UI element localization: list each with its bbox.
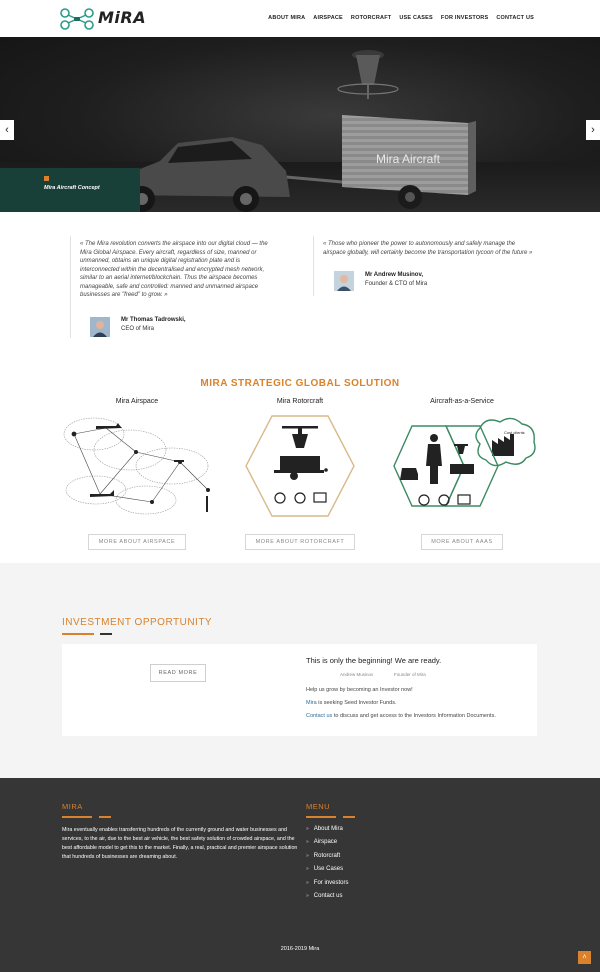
footer-menu-title: MENU: [306, 802, 331, 811]
nav-about-mira[interactable]: ABOUT MIRA: [268, 15, 305, 21]
more-about-rotorcraft-button[interactable]: MORE ABOUT ROTORCRAFT: [245, 534, 355, 550]
trailer-text: Mira Aircraft: [376, 152, 441, 166]
site-footer: [0, 778, 600, 972]
nav-for-investors[interactable]: FOR INVESTORS: [441, 15, 488, 21]
investment-title: INVESTMENT OPPORTUNITY: [62, 617, 213, 628]
airspace-network-icon: [63, 417, 210, 515]
quote-text: « Those who pioneer the power to autonom…: [323, 241, 533, 256]
solutions-title: MIRA STRATEGIC GLOBAL SOLUTION: [200, 378, 400, 389]
read-more-button[interactable]: READ MORE: [150, 664, 206, 682]
footer-about-underline: [62, 816, 92, 818]
author-name: Mr Thomas Tadrowski,: [121, 317, 186, 323]
footer-menu-item[interactable]: » Use Cases: [306, 866, 348, 879]
more-about-airspace-button[interactable]: MORE ABOUT AIRSPACE: [88, 534, 186, 550]
footer-menu-item[interactable]: » Contact us: [306, 893, 348, 906]
footer-menu-underline: [306, 816, 336, 818]
avatar: [90, 317, 110, 337]
quote-divider-middle: [313, 236, 314, 296]
investment-line-3: Contact us to discuss and get access to …: [306, 713, 496, 719]
title-underline-dark: [100, 633, 112, 635]
copyright: 2016-2019 Mira: [280, 946, 320, 952]
caption-marker: [44, 176, 49, 181]
hero-slider: Mira Aircraft Mira Aircraft Concept ‹ ›: [0, 37, 600, 212]
title-underline-accent: [62, 633, 94, 635]
more-about-aaas-button[interactable]: MORE ABOUT AAAS: [421, 534, 503, 550]
nav-rotorcraft[interactable]: ROTORCRAFT: [351, 15, 391, 21]
footer-menu-item[interactable]: » Rotorcraft: [306, 853, 348, 866]
investment-line-2-text: is seeking Seed Investor Funds.: [316, 700, 397, 706]
hero-caption: Mira Aircraft Concept: [44, 185, 100, 191]
bullet-icon: »: [306, 852, 309, 859]
signature-name: Andrew Musinov: [340, 672, 374, 677]
solution-title-aaas: Aircraft-as-a-Service: [430, 398, 494, 405]
chevron-up-icon: ˄: [582, 954, 587, 961]
bullet-icon: »: [306, 866, 309, 873]
rotorcraft-hexagon-icon: [245, 415, 355, 517]
footer-menu-item[interactable]: » Airspace: [306, 839, 348, 852]
signature-role: Founder of Mira: [394, 672, 426, 677]
main-nav: ABOUT MIRA AIRSPACE ROTORCRAFT USE CASES…: [268, 15, 534, 21]
bullet-icon: »: [306, 839, 309, 846]
author-role: CEO of Mira: [121, 326, 155, 332]
investment-line-1: Help us grow by becoming an Investor now…: [306, 687, 413, 693]
site-header: MiRA ABOUT MIRA AIRSPACE ROTORCRAFT USE …: [0, 0, 600, 37]
slider-prev-button[interactable]: ‹: [0, 120, 14, 140]
bullet-icon: »: [306, 879, 309, 886]
footer-about-title: MIRA: [62, 802, 83, 811]
trailer-icon: Mira Aircraft: [285, 115, 476, 209]
avatar: [334, 271, 354, 291]
footer-about-underline-short: [99, 816, 111, 818]
slider-next-button[interactable]: ›: [586, 120, 600, 140]
footer-menu-underline-short: [343, 816, 355, 818]
footer-menu-item[interactable]: » About Mira: [306, 826, 348, 839]
car-icon: [118, 137, 290, 212]
quote-text: « The Mira revolution converts the airsp…: [80, 241, 268, 298]
nav-airspace[interactable]: AIRSPACE: [313, 15, 343, 21]
footer-menu-item[interactable]: » For investors: [306, 880, 348, 893]
bullet-icon: »: [306, 826, 309, 832]
chevron-right-icon: ›: [591, 124, 595, 136]
author-role: Founder & CTO of Mira: [365, 281, 428, 287]
author-name: Mr Andrew Musinov,: [365, 272, 424, 278]
quote-divider-left: [70, 236, 71, 338]
nav-contact-us[interactable]: CONTACT US: [496, 15, 534, 21]
solution-title-rotorcraft: Mira Rotorcraft: [276, 398, 324, 405]
investment-headline: This is only the beginning! We are ready…: [306, 656, 442, 665]
contact-us-link[interactable]: Contact us: [306, 713, 332, 719]
investment-card: [62, 644, 537, 736]
back-to-top-button[interactable]: ˄: [578, 951, 591, 964]
mira-link[interactable]: Mira: [306, 700, 317, 706]
cloud-label: Cost clients: [504, 430, 525, 435]
footer-menu: » About Mira » Airspace » Rotorcraft » Use C…: [306, 826, 348, 906]
drone-icon: [337, 50, 399, 99]
chevron-left-icon: ‹: [5, 124, 9, 136]
aaas-hexagon-icon: Cost clients: [393, 417, 536, 507]
solution-title-airspace: Mira Airspace: [115, 398, 159, 405]
investment-line-3-text: to discuss and get access to the Investo…: [332, 713, 496, 719]
logo-text[interactable]: MiRA: [98, 8, 146, 27]
nav-use-cases[interactable]: USE CASES: [399, 15, 433, 21]
bullet-icon: »: [306, 892, 309, 899]
investment-line-2: Mira is seeking Seed Investor Funds.: [306, 700, 397, 706]
footer-about-text: Mira eventually enables transferring hun…: [62, 827, 298, 860]
